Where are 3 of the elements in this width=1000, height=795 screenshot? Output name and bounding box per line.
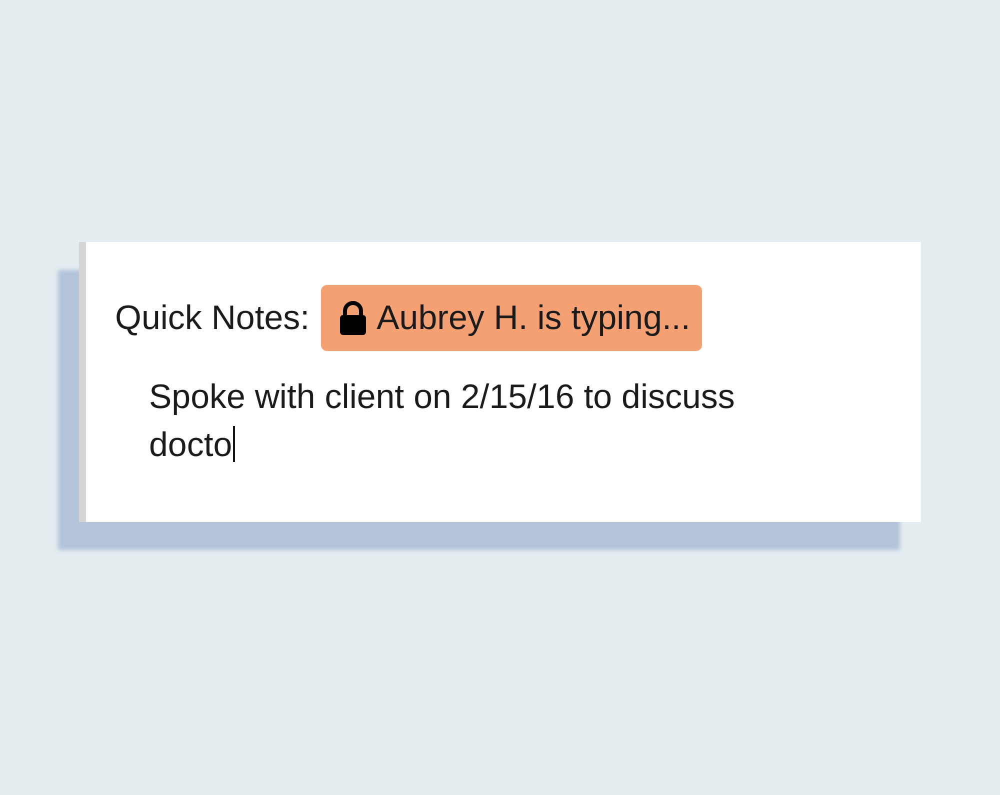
notes-label: Quick Notes: [115, 298, 310, 338]
typing-status-badge: Aubrey H. is typing... [320, 285, 702, 351]
note-field[interactable]: Spoke with client on 2/15/16 to discuss docto [149, 373, 759, 469]
